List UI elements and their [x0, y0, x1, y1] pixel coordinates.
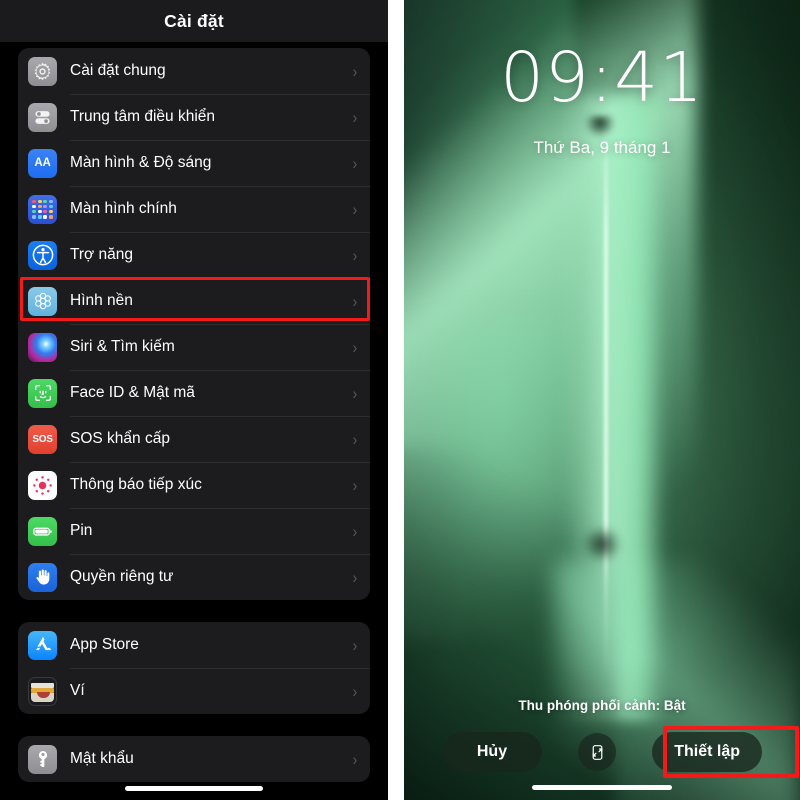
sidebar-item-label: Cài đặt chung: [70, 62, 166, 79]
sidebar-item-accessibility[interactable]: Trợ năng ›: [18, 232, 370, 278]
sos-glyph: SOS: [32, 433, 53, 445]
chevron-right-icon: ›: [352, 383, 358, 403]
chevron-right-icon: ›: [352, 681, 358, 701]
sidebar-item-label: Ví: [70, 682, 85, 699]
chevron-right-icon: ›: [352, 107, 358, 127]
panel-separator: [388, 0, 404, 800]
settings-group-3: Mật khẩu ›: [18, 736, 370, 782]
privacy-hand-icon: [28, 562, 57, 592]
home-screen-icon: [28, 194, 57, 224]
chevron-right-icon: ›: [352, 429, 358, 449]
chevron-right-icon: ›: [352, 291, 358, 311]
sidebar-item-label: Màn hình chính: [70, 200, 177, 217]
page-title: Cài đặt: [164, 10, 224, 31]
settings-group-2: App Store › Ví ›: [18, 622, 370, 714]
wallet-card-1: [31, 682, 54, 688]
chevron-right-icon: ›: [352, 153, 358, 173]
control-center-icon: [28, 102, 57, 132]
chevron-right-icon: ›: [352, 567, 358, 587]
app-store-icon: [28, 630, 57, 660]
settings-nav-bar: Cài đặt: [0, 0, 388, 42]
chevron-right-icon: ›: [352, 61, 358, 81]
sidebar-item-control-center[interactable]: Trung tâm điều khiển ›: [18, 94, 370, 140]
sidebar-item-label: Siri & Tìm kiếm: [70, 338, 175, 355]
sidebar-item-exposure-notifications[interactable]: Thông báo tiếp xúc ›: [18, 462, 370, 508]
sidebar-item-label: Thông báo tiếp xúc: [70, 476, 202, 493]
sidebar-item-passwords[interactable]: Mật khẩu ›: [18, 736, 370, 782]
sidebar-item-label: Mật khẩu: [70, 750, 134, 767]
sidebar-item-label: Trung tâm điều khiển: [70, 108, 216, 125]
face-id-icon: [28, 378, 57, 408]
gear-icon: [28, 56, 57, 86]
sidebar-item-label: Màn hình & Độ sáng: [70, 154, 212, 171]
aa-glyph: AA: [34, 157, 51, 169]
settings-phone-screen: Cài đặt Cài đặt chung › Trung tâm điều k…: [0, 0, 388, 800]
chevron-right-icon: ›: [352, 199, 358, 219]
sidebar-item-emergency-sos[interactable]: SOS SOS khẩn cấp ›: [18, 416, 370, 462]
wallpaper-image: [404, 0, 800, 800]
passwords-key-icon: [28, 744, 57, 774]
chevron-right-icon: ›: [352, 749, 358, 769]
display-brightness-icon: AA: [28, 148, 57, 178]
home-indicator: [532, 785, 672, 790]
lock-screen-date: Thứ Ba, 9 tháng 1: [533, 138, 671, 157]
sidebar-item-general[interactable]: Cài đặt chung ›: [18, 48, 370, 94]
sidebar-item-label: App Store: [70, 636, 139, 653]
chevron-right-icon: ›: [352, 521, 358, 541]
sidebar-item-display-brightness[interactable]: AA Màn hình & Độ sáng ›: [18, 140, 370, 186]
siri-icon: [28, 332, 57, 362]
settings-group-1: Cài đặt chung › Trung tâm điều khiển › A…: [18, 48, 370, 600]
sidebar-item-label: Trợ năng: [70, 246, 134, 263]
cancel-button[interactable]: Hủy: [442, 732, 542, 772]
sidebar-item-wallet[interactable]: Ví ›: [18, 668, 370, 714]
lock-screen-preview-phone: 09:41 Thứ Ba, 9 tháng 1 Thu phóng phối c…: [404, 0, 800, 800]
screenshot-stage: Cài đặt Cài đặt chung › Trung tâm điều k…: [0, 0, 800, 800]
chevron-right-icon: ›: [352, 635, 358, 655]
sidebar-item-app-store[interactable]: App Store ›: [18, 622, 370, 668]
sidebar-item-face-id-passcode[interactable]: Face ID & Mật mã ›: [18, 370, 370, 416]
perspective-zoom-status: Thu phóng phối cảnh: Bật: [518, 698, 686, 713]
wallpaper-vignette: [404, 0, 800, 800]
set-wallpaper-button[interactable]: Thiết lập: [652, 732, 762, 772]
sidebar-item-label: Pin: [70, 522, 93, 539]
sidebar-item-label: Quyền riêng tư: [70, 568, 174, 585]
sidebar-item-siri-search[interactable]: Siri & Tìm kiếm ›: [18, 324, 370, 370]
perspective-zoom-icon[interactable]: [578, 733, 617, 771]
sidebar-item-wallpaper[interactable]: Hình nền ›: [18, 278, 370, 324]
chevron-right-icon: ›: [352, 475, 358, 495]
wallet-icon: [28, 676, 57, 706]
exposure-notification-icon: [28, 470, 57, 500]
sidebar-item-privacy[interactable]: Quyền riêng tư ›: [18, 554, 370, 600]
home-indicator: [125, 786, 263, 791]
sidebar-item-label: Face ID & Mật mã: [70, 384, 195, 401]
sidebar-item-label: Hình nền: [70, 292, 133, 309]
sidebar-item-home-screen[interactable]: Màn hình chính ›: [18, 186, 370, 232]
sos-icon: SOS: [28, 424, 57, 454]
app-grid-glyph: [32, 199, 53, 219]
lock-screen-clock: 09:41: [500, 38, 704, 118]
chevron-right-icon: ›: [352, 337, 358, 357]
wallpaper-action-bar: Hủy Thiết lập: [404, 731, 800, 773]
sidebar-item-battery[interactable]: Pin ›: [18, 508, 370, 554]
accessibility-icon: [28, 240, 57, 270]
wallpaper-icon: [28, 286, 57, 316]
battery-icon: [28, 516, 57, 546]
settings-list[interactable]: Cài đặt chung › Trung tâm điều khiển › A…: [0, 42, 388, 800]
chevron-right-icon: ›: [352, 245, 358, 265]
sidebar-item-label: SOS khẩn cấp: [70, 430, 170, 447]
